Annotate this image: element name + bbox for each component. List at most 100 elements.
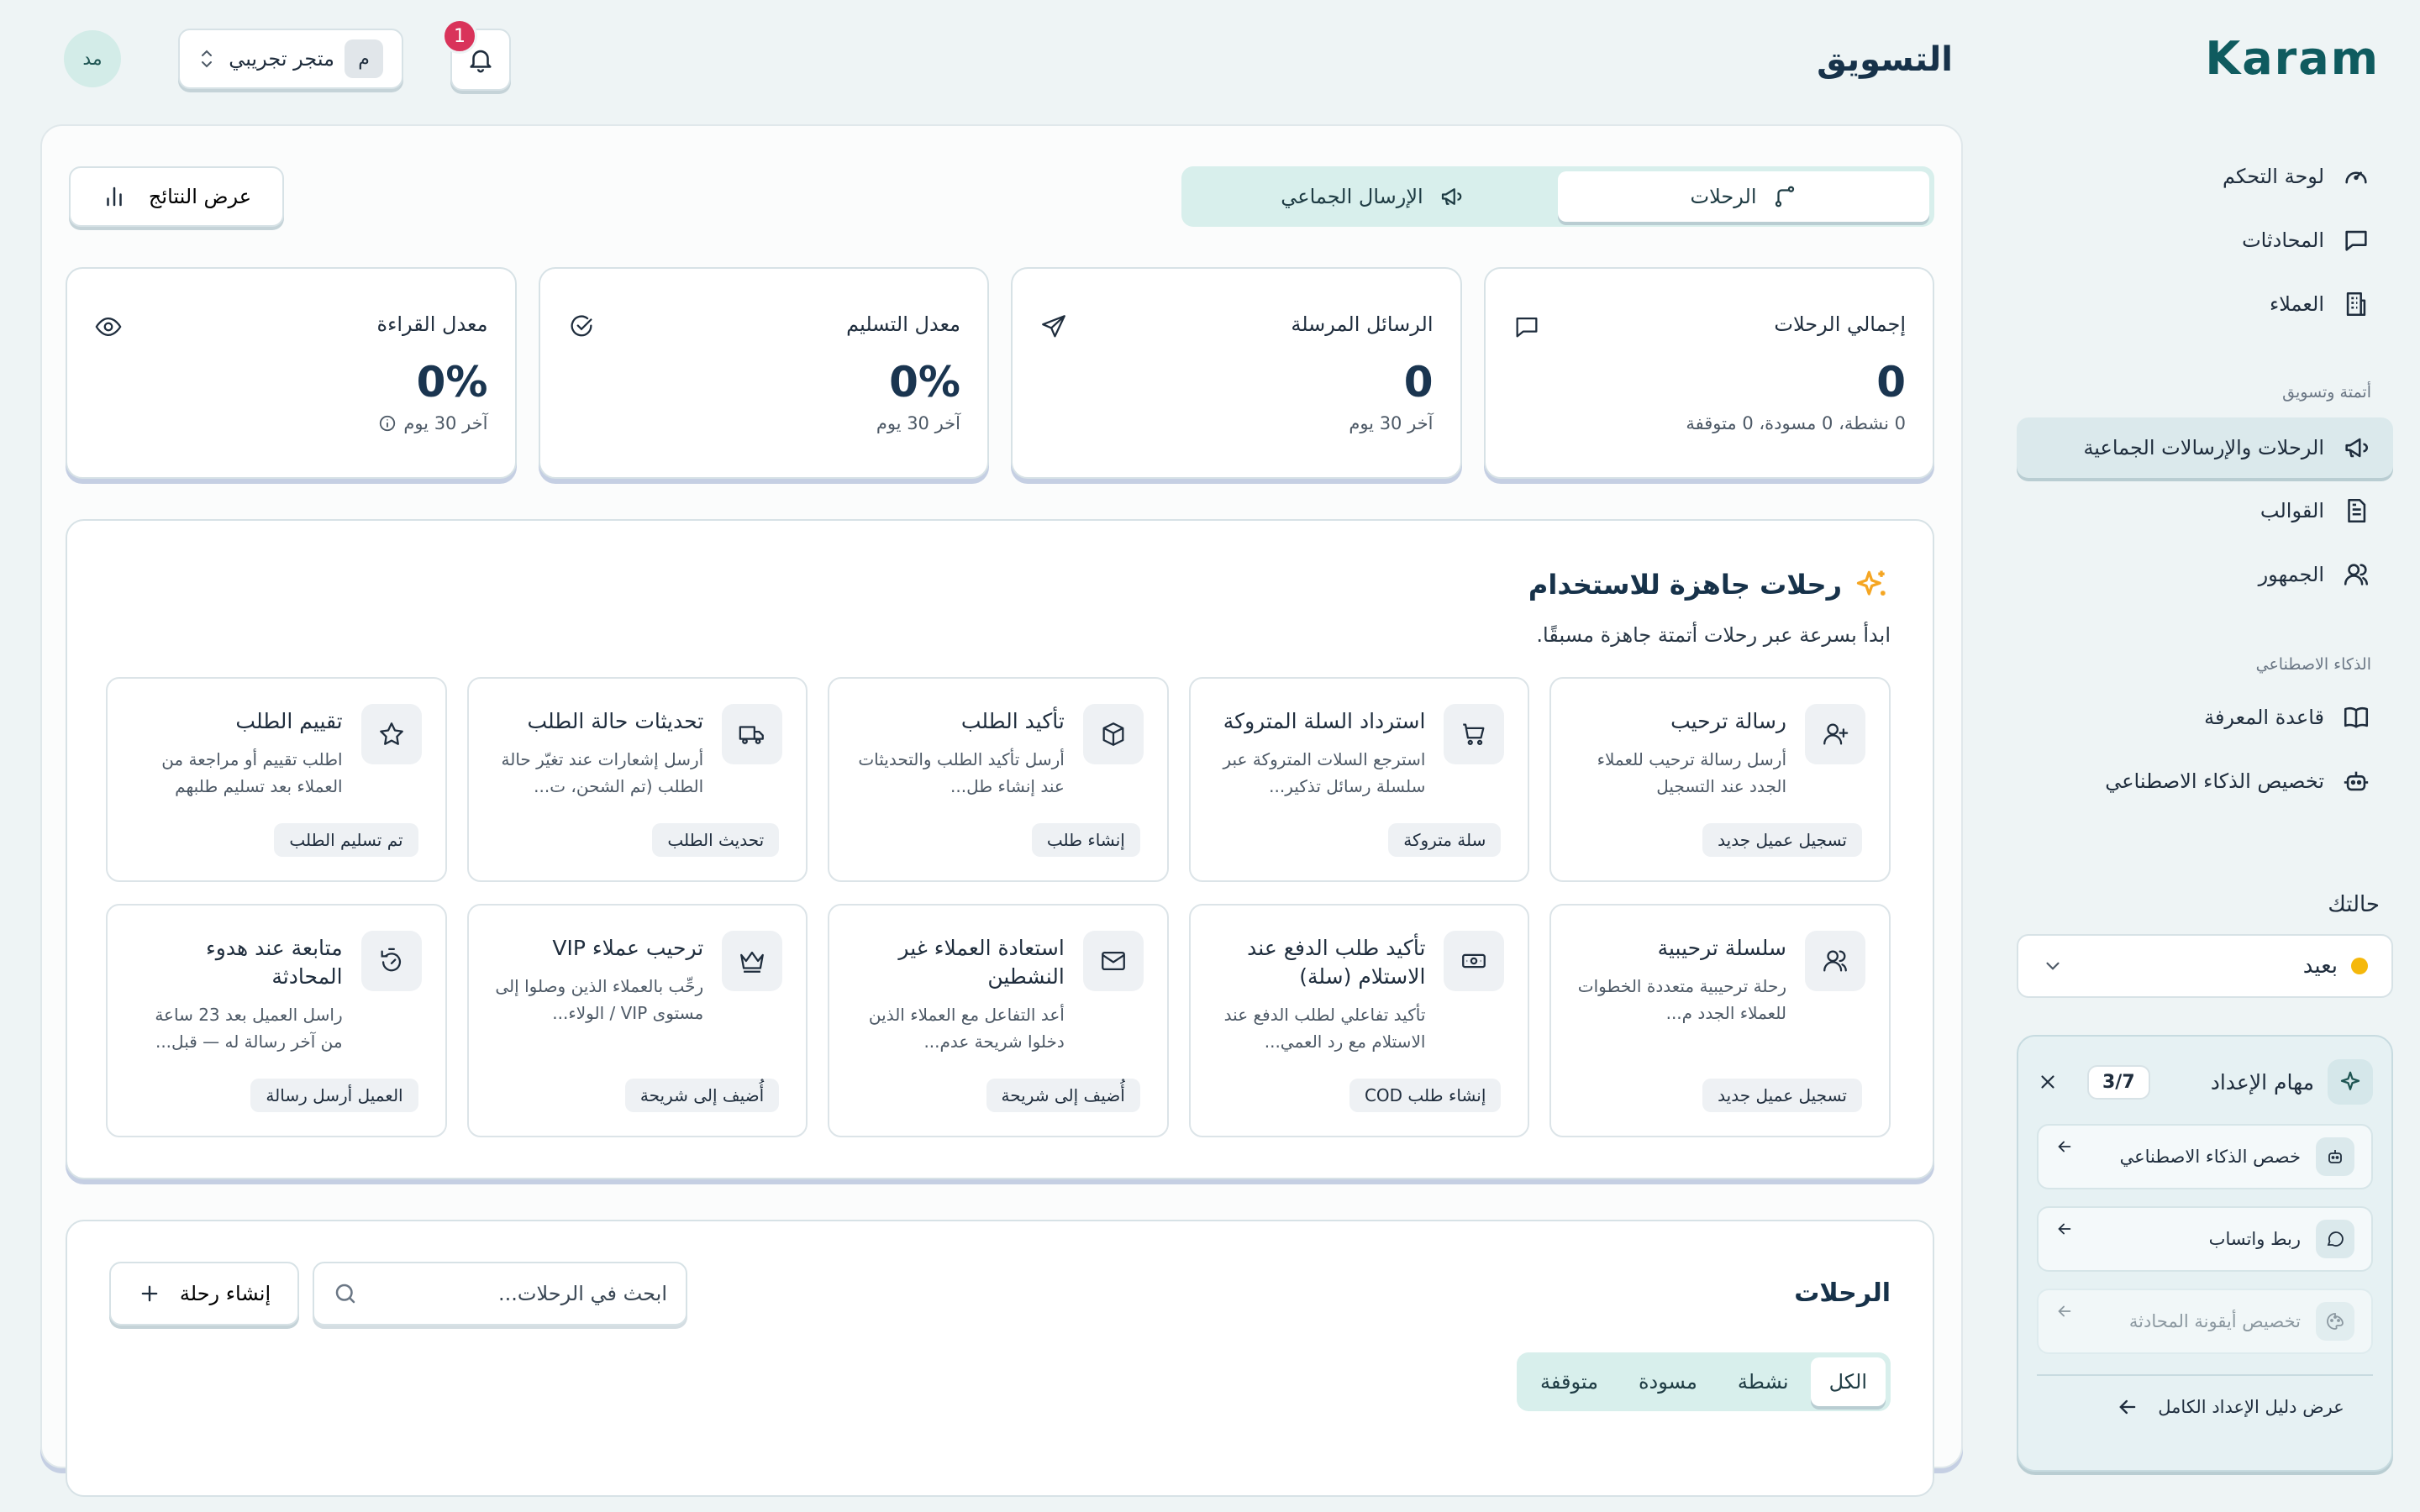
journeys-search-input[interactable] [371,1282,667,1305]
notification-badge: 1 [442,18,477,54]
info-icon[interactable] [378,414,397,433]
template-title: ترحيب عملاء VIP [552,936,704,960]
close-icon[interactable] [2037,1071,2059,1093]
section-label-marketing: أتمتة وتسويق [2282,383,2371,402]
view-results-button[interactable]: عرض النتائج [69,166,284,227]
send-icon [1039,312,1068,341]
stat-value: 0% [889,358,960,407]
template-card-conversation-followup[interactable]: متابعة عند هدوء المحادثة راسل العميل بعد… [106,904,447,1137]
stat-card-delivery-rate: معدل التسليم 0% آخر 30 يوم [538,267,989,479]
sparkles-icon [2328,1059,2373,1105]
setup-title: مهام الإعداد [2210,1069,2314,1095]
status-select[interactable]: بعيد [2017,934,2393,998]
setup-progress-count: 3/7 [2087,1064,2150,1100]
plus-icon [138,1282,161,1305]
template-title: تقييم الطلب [235,709,343,733]
template-card-order-status[interactable]: تحديثات حالة الطلب أرسل إشعارات عند تغيّ… [466,677,808,882]
sidebar-item-journeys[interactable]: الرحلات والإرسالات الجماعية [2017,417,2393,478]
tab-broadcast[interactable]: الإرسال الجماعي [1186,171,1558,222]
template-trigger-tag: أُضيف إلى شريحة [986,1079,1140,1112]
setup-tasks-panel: مهام الإعداد 3/7 خصص الذكاء الاصطناعي رب… [2017,1035,2393,1472]
setup-guide-link[interactable]: عرض دليل الإعداد الكامل [2037,1376,2373,1438]
template-card-winback[interactable]: استعادة العملاء غير النشطين أعد التفاعل … [828,904,1169,1137]
tab-journeys[interactable]: الرحلات [1558,171,1929,222]
tab-label: الإرسال الجماعي [1281,185,1423,208]
template-card-vip-welcome[interactable]: ترحيب عملاء VIP رحِّب بالعملاء الذين وصل… [466,904,808,1137]
user-plus-icon [1805,704,1865,764]
store-selector[interactable]: م متجر تجريبي [178,29,403,89]
template-trigger-tag: العميل أرسل رسالة [250,1079,418,1112]
ready-journeys-heading: رحلات جاهزة للاستخدام [1528,566,1891,603]
arrow-left-icon [2055,1302,2074,1320]
template-description: اطلب تقييم أو مراجعة من العملاء بعد تسلي… [161,748,343,796]
sidebar-item-dashboard[interactable]: لوحة التحكم [2060,153,2380,200]
user-avatar[interactable]: مد [64,30,121,87]
stat-subtext: 0 نشطة، 0 مسودة، 0 متوقفة [1686,413,1906,433]
create-journey-button[interactable]: إنشاء رحلة [109,1262,299,1326]
setup-task-ai[interactable]: خصص الذكاء الاصطناعي [2037,1124,2373,1189]
journeys-search[interactable] [313,1262,687,1326]
template-title: استرداد السلة المتروكة [1223,709,1426,733]
sidebar-item-knowledge-base[interactable]: قاعدة المعرفة [2060,694,2380,741]
filter-draft[interactable]: مسودة [1620,1357,1716,1406]
marketing-tabs: الرحلات الإرسال الجماعي [1181,166,1934,227]
setup-task-label: تخصيص أيقونة المحادثة [2128,1311,2301,1331]
megaphone-icon [1439,184,1464,209]
journeys-filter-tabs: الكل نشطة مسودة متوقفة [1517,1352,1891,1411]
route-icon [1772,184,1797,209]
template-description: أعد التفاعل مع العملاء الذين دخلوا شريحة… [868,1004,1065,1052]
setup-task-label: خصص الذكاء الاصطناعي [2119,1147,2301,1167]
chat-bubble-icon [1512,312,1541,341]
template-title: تأكيد طلب الدفع عند الاستلام (سلة) [1247,936,1426,989]
filter-all[interactable]: الكل [1810,1357,1886,1406]
sidebar-item-customers[interactable]: العملاء [2060,281,2380,328]
template-card-welcome-series[interactable]: سلسلة ترحيبية رحلة ترحيبية متعددة الخطوا… [1549,904,1891,1137]
document-icon [2341,496,2371,526]
store-avatar: م [345,39,383,78]
setup-task-widget-icon[interactable]: تخصيص أيقونة المحادثة [2037,1289,2373,1354]
template-card-order-review[interactable]: تقييم الطلب اطلب تقييم أو مراجعة من العم… [106,677,447,882]
arrow-left-icon [2055,1220,2074,1238]
mail-icon [1082,931,1144,991]
template-trigger-tag: إنشاء طلب COD [1349,1079,1502,1112]
chevron-down-icon [2042,955,2064,977]
sidebar-item-templates[interactable]: القوالب [2060,487,2380,534]
create-journey-label: إنشاء رحلة [179,1282,271,1305]
sidebar-item-conversations[interactable]: المحادثات [2060,217,2380,264]
sidebar-item-label: العملاء [2269,292,2324,316]
sidebar-item-audience[interactable]: الجمهور [2060,551,2380,598]
gauge-icon [2341,161,2371,192]
template-title: تأكيد الطلب [960,709,1065,733]
section-label-ai: الذكاء الاصطناعي [2255,655,2371,674]
template-card-welcome[interactable]: رسالة ترحيب أرسل رسالة ترحيب للعملاء الج… [1549,677,1891,882]
stat-subtext: آخر 30 يوم [876,413,960,433]
chat-bubble-icon [2341,225,2371,255]
template-title: رسالة ترحيب [1670,709,1786,733]
stat-value: 0 [1876,358,1906,407]
chat-bubble-icon [2316,1220,2354,1258]
stat-subtext: آخر 30 يوم [403,413,488,433]
setup-guide-label: عرض دليل الإعداد الكامل [2158,1397,2344,1417]
template-card-cod-confirmation[interactable]: تأكيد طلب الدفع عند الاستلام (سلة) تأكيد… [1188,904,1530,1137]
template-trigger-tag: تم تسليم الطلب [274,823,418,857]
stat-card-total-journeys: إجمالي الرحلات 0 0 نشطة، 0 مسودة، 0 متوق… [1483,267,1934,479]
sidebar-item-ai-customization[interactable]: تخصيص الذكاء الاصطناعي [2060,758,2380,805]
stats-row: إجمالي الرحلات 0 0 نشطة، 0 مسودة، 0 متوق… [66,267,1934,479]
template-card-order-confirmation[interactable]: تأكيد الطلب أرسل تأكيد الطلب والتحديثات … [828,677,1169,882]
status-value: بعيد [2302,953,2338,979]
sidebar-item-label: تخصيص الذكاء الاصطناعي [2105,769,2324,793]
shopping-cart-icon [1444,704,1505,764]
sparkles-icon [1854,566,1891,603]
filter-paused[interactable]: متوقفة [1522,1357,1617,1406]
stat-card-messages-sent: الرسائل المرسلة 0 آخر 30 يوم [1011,267,1462,479]
stat-subtext: آخر 30 يوم [1349,413,1434,433]
template-description: رحِّب بالعملاء الذين وصلوا إلى مستوى VIP… [495,975,704,1023]
chevron-up-down-icon [198,48,215,70]
template-trigger-tag: تحديث الطلب [652,823,780,857]
template-card-abandoned-cart[interactable]: استرداد السلة المتروكة استرجع السلات الم… [1188,677,1530,882]
filter-active[interactable]: نشطة [1719,1357,1807,1406]
brand-logo[interactable]: Karam [2205,32,2380,85]
crown-icon [722,931,783,991]
setup-task-whatsapp[interactable]: ربط واتساب [2037,1206,2373,1272]
stat-card-read-rate: معدل القراءة 0% آخر 30 يوم [66,267,517,479]
